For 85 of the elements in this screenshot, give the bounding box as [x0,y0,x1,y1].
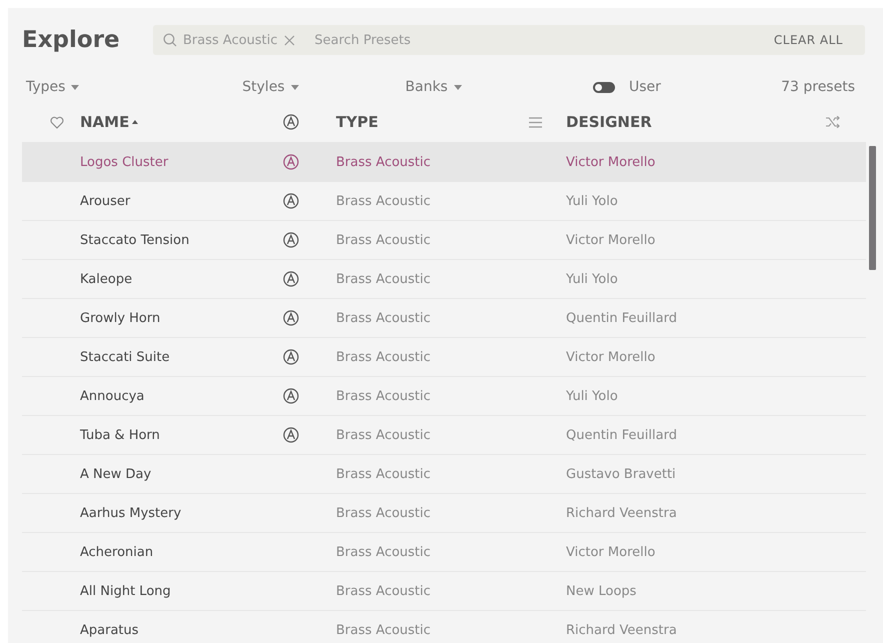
preset-designer: Yuli Yolo [566,388,619,404]
preset-row[interactable]: A New Day Brass Acoustic Gustavo Bravetti [22,455,866,494]
caret-icon [290,84,299,90]
user-toggle[interactable] [593,82,615,92]
factory-icon [283,388,299,404]
caret-icon [71,84,80,90]
preset-name: Tuba & Horn [80,428,161,442]
preset-row[interactable]: All Night Long Brass Acoustic New Loops [22,572,866,611]
preset-type: Brass Acoustic [336,506,432,520]
preset-row[interactable]: Aparatus Brass Acoustic Richard Veenstra [22,611,866,643]
shuffle-icon[interactable] [826,116,840,128]
preset-type: Brass Acoustic [336,272,432,286]
preset-type: Brass Acoustic [336,154,432,170]
preset-designer: Victor Morello [566,544,656,560]
factory-icon [283,271,299,287]
preset-row[interactable]: Growly Horn Brass Acoustic Quentin Feuillard [22,299,866,338]
preset-name: All Night Long [80,584,172,598]
preset-designer: Quentin Feuillard [566,428,678,442]
preset-row[interactable]: Tuba & Horn Brass Acoustic Quentin Feuillard [22,416,866,455]
menu-icon[interactable] [529,116,542,128]
preset-row[interactable]: Annoucya Brass Acoustic Yuli Yolo [22,377,866,416]
preset-name: A New Day [80,466,152,482]
caret-icon [454,84,462,90]
preset-designer: Victor Morello [566,154,656,170]
factory-icon [283,349,299,365]
toggle-label: User [629,79,662,95]
preset-name: Staccato Tension [80,232,190,248]
preset-name: Aparatus [80,622,140,638]
preset-name: Annoucya [80,388,146,404]
preset-row[interactable]: Staccato Tension Brass Acoustic Victor Morello [22,221,866,260]
factory-icon [283,232,299,248]
factory-icon [283,310,299,326]
column-header[interactable]: TYPE [336,113,378,131]
preset-row[interactable]: Aarhus Mystery Brass Acoustic Richard Veenstra [22,494,866,533]
preset-row[interactable]: Kaleope Brass Acoustic Yuli Yolo [22,260,866,299]
preset-name: Acheronian [80,544,154,560]
factory-icon [283,154,299,170]
factory-icon [283,427,299,443]
preset-count: 73 presets [781,79,855,95]
preset-designer: Yuli Yolo [566,194,619,208]
preset-name: Kaleope [80,272,134,286]
preset-type: Brass Acoustic [336,310,432,326]
search-icon [163,33,177,47]
preset-name: Staccati Suite [80,350,171,364]
sort-icon [132,120,138,124]
preset-type: Brass Acoustic [336,584,432,598]
preset-row[interactable]: Arouser Brass Acoustic Yuli Yolo [22,182,866,221]
preset-type: Brass Acoustic [336,350,432,364]
filter-dropdown[interactable]: Styles [189,79,352,95]
preset-designer: Quentin Feuillard [566,310,678,326]
preset-type: Brass Acoustic [336,194,432,208]
heart-icon[interactable] [50,116,64,128]
preset-designer: New Loops [566,584,638,598]
search-placeholder: Search Presets [314,32,412,48]
preset-type: Brass Acoustic [336,428,432,442]
preset-name: Arouser [80,194,132,208]
scrollbar[interactable] [869,146,876,270]
preset-type: Brass Acoustic [336,232,432,248]
factory-icon [283,114,299,130]
preset-type: Brass Acoustic [336,466,432,482]
factory-icon [283,193,299,209]
preset-name: Growly Horn [80,310,162,326]
preset-type: Brass Acoustic [336,622,432,638]
close-icon[interactable] [284,34,295,46]
column-header[interactable]: DESIGNER [566,113,826,131]
preset-type: Brass Acoustic [336,544,432,560]
preset-designer: Richard Veenstra [566,506,678,520]
preset-row[interactable]: Acheronian Brass Acoustic Victor Morello [22,533,866,572]
preset-row[interactable]: Staccati Suite Brass Acoustic Victor Morello [22,338,866,377]
search-field[interactable]: Brass Acoustic Search Presets CLEAR ALL [153,25,865,55]
preset-row[interactable]: Logos Cluster Brass Acoustic Victor Morello [22,143,866,182]
preset-designer: Richard Veenstra [566,622,678,638]
clear-all-button[interactable]: CLEAR ALL [768,32,849,48]
preset-name: Aarhus Mystery [80,506,182,520]
preset-designer: Victor Morello [566,350,656,364]
preset-designer: Yuli Yolo [566,272,619,286]
filter-tag: Brass Acoustic [183,32,278,48]
filter-dropdown[interactable]: Types [26,79,189,95]
preset-designer: Gustavo Bravetti [566,466,677,482]
preset-type: Brass Acoustic [336,388,432,404]
page-title: Explore [22,27,121,53]
filter-dropdown[interactable]: Banks [352,79,515,95]
preset-designer: Victor Morello [566,232,656,248]
column-header[interactable]: NAME [80,113,130,131]
preset-name: Logos Cluster [80,154,170,170]
